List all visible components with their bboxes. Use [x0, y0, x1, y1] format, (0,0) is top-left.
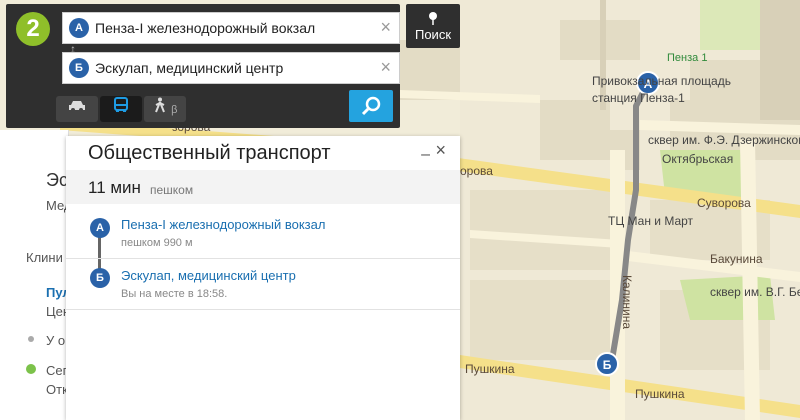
map-label-bakunina: Бакунина — [710, 252, 763, 266]
route-details-panel: Общественный транспорт – × 11 мин пешком… — [66, 136, 460, 420]
map-label-station-stop: станция Пенза-1 — [592, 91, 685, 105]
stop-b-name[interactable]: Эскулап, медицинский центр — [121, 268, 296, 283]
route-to-input[interactable]: Эскулап, медицинский центр — [95, 60, 283, 76]
walking-person-icon — [154, 97, 165, 113]
search-icon — [361, 96, 381, 116]
logo[interactable]: 2 — [16, 12, 50, 46]
clear-to-button[interactable]: × — [380, 57, 391, 78]
open-status-icon — [26, 364, 36, 374]
route-search-bar: 2 А Пенза-I железнодорожный вокзал × ↕ Б… — [6, 4, 400, 128]
place-link[interactable]: Пул — [46, 285, 68, 300]
place-detail-2: У о — [46, 333, 66, 348]
stop-divider-bottom — [66, 309, 460, 310]
map-label-suvorova-left: орова — [460, 164, 493, 178]
map-label-pushkina-right: Пушкина — [635, 387, 685, 401]
bus-icon — [114, 97, 128, 112]
stop-b-marker: Б — [90, 268, 110, 288]
map-label-penza1: Пенза 1 — [667, 52, 708, 64]
map-label-square-dzerzhinsky: сквер им. Ф.Э. Дзержинского — [648, 133, 800, 147]
mode-car-button[interactable] — [56, 96, 98, 122]
stop-a-marker: А — [90, 218, 110, 238]
map-label-station-square: Привокзальная площадь — [592, 74, 731, 88]
minimize-icon[interactable]: – — [421, 146, 430, 164]
place-hours-detail: Отк — [46, 382, 68, 397]
search-button[interactable]: Поиск — [406, 4, 460, 48]
route-panel-title: Общественный транспорт — [88, 142, 331, 164]
route-mode: пешком — [150, 183, 194, 197]
route-to-field[interactable]: Б Эскулап, медицинский центр × — [62, 52, 400, 84]
search-button-label: Поиск — [414, 27, 452, 42]
stop-a-detail: пешком 990 м — [121, 237, 193, 249]
from-marker-icon: А — [69, 18, 89, 38]
map-label-suvorova-right: Суворова — [697, 196, 751, 210]
close-icon[interactable]: × — [435, 140, 446, 161]
stop-a-name[interactable]: Пенза-I железнодорожный вокзал — [121, 217, 325, 232]
map-label-kalinin: Калинина — [620, 275, 634, 329]
mode-walking-button[interactable]: β — [144, 96, 186, 122]
map-label-tc: ТЦ Ман и Март — [608, 214, 694, 228]
bullet-icon — [28, 336, 34, 342]
route-duration: 11 мин — [88, 178, 141, 197]
map-pin-icon — [429, 12, 437, 25]
place-title: Эску — [46, 170, 68, 190]
map-label-pushkina-left: Пушкина — [465, 362, 515, 376]
stop-divider — [66, 258, 460, 259]
place-hours-status: Сег — [46, 363, 68, 378]
route-summary: 11 мин пешком — [66, 170, 460, 204]
beta-badge: β — [171, 104, 178, 116]
place-section-label: Клини — [26, 250, 63, 265]
build-route-button[interactable] — [349, 90, 393, 122]
route-end-marker[interactable]: Б — [595, 352, 619, 376]
place-detail-1: Цен — [46, 304, 68, 319]
clear-from-button[interactable]: × — [380, 17, 391, 38]
route-from-field[interactable]: А Пенза-I железнодорожный вокзал × — [62, 12, 400, 44]
place-category: Мед — [46, 198, 68, 213]
stop-b-detail: Вы на месте в 18:58. — [121, 288, 228, 300]
place-info-panel: Эску Мед Клини Пул Цен У о Сег Отк — [0, 130, 69, 420]
map-label-oktyabrskaya: Октябрьская — [662, 152, 734, 166]
car-icon — [69, 101, 85, 112]
to-marker-icon: Б — [69, 58, 89, 78]
map-label-square-belinsky: сквер им. В.Г. Бели — [710, 285, 800, 299]
route-from-input[interactable]: Пенза-I железнодорожный вокзал — [95, 20, 315, 36]
mode-public-transport-button[interactable] — [100, 96, 142, 122]
route-end-marker-label: Б — [603, 358, 612, 372]
